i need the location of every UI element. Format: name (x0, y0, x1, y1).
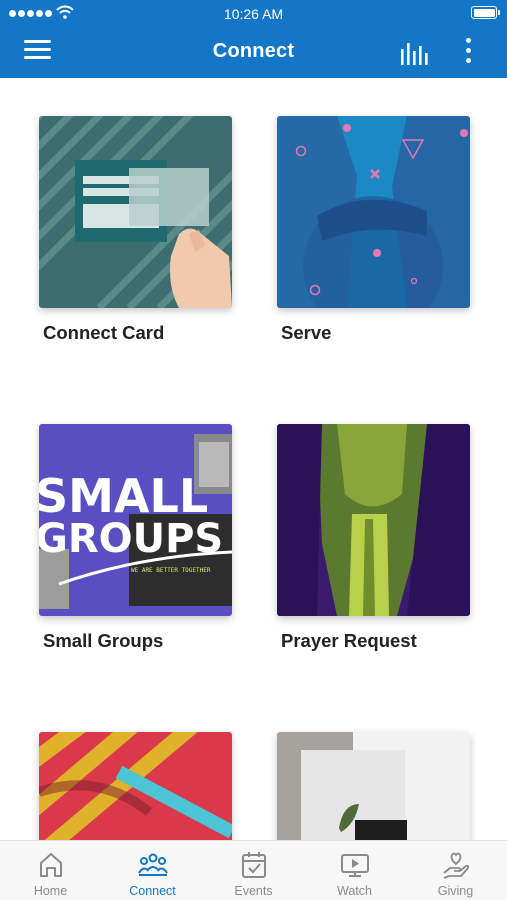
small-groups-image: SMALL GROUPS WE ARE BETTER TOGETHER (39, 424, 232, 616)
card-label: Connect Card (43, 322, 165, 343)
image-text-tagline: WE ARE BETTER TOGETHER (131, 567, 211, 574)
tab-giving[interactable]: Giving (405, 841, 506, 900)
bar-chart-icon[interactable] (400, 41, 430, 65)
card-label: Serve (281, 322, 332, 343)
app-header: 10:26 AM Connect (0, 0, 507, 78)
image-text-small: SMALL (39, 469, 208, 523)
status-time: 10:26 AM (223, 6, 284, 22)
prayer-request-image (277, 424, 470, 616)
tab-watch[interactable]: Watch (304, 841, 405, 900)
card-label: Prayer Request (281, 630, 417, 651)
card-small-groups[interactable]: SMALL GROUPS WE ARE BETTER TOGETHER Smal… (39, 424, 232, 652)
tab-label: Giving (437, 884, 474, 898)
bottom-navigation: Home Connect Events Watch Giving (0, 840, 507, 900)
tv-play-icon (340, 854, 369, 877)
tab-label: Home (33, 884, 68, 898)
page-title: Connect (212, 40, 295, 62)
people-icon (137, 853, 168, 876)
tab-events[interactable]: Events (203, 841, 304, 900)
connect-card-image (39, 116, 232, 308)
calendar-icon (241, 852, 266, 878)
tab-label: Events (234, 884, 273, 898)
tab-label: Connect (129, 884, 176, 898)
tab-home[interactable]: Home (0, 841, 101, 900)
tab-connect[interactable]: Connect (102, 841, 203, 900)
serve-image (277, 116, 470, 308)
card-prayer-request[interactable]: Prayer Request (277, 424, 470, 652)
tab-label: Watch (337, 884, 372, 898)
battery-icon (471, 6, 500, 19)
heart-hand-icon (442, 852, 469, 879)
card-connect-card[interactable]: Connect Card (39, 116, 232, 344)
card-label: Small Groups (43, 630, 164, 651)
more-vertical-icon[interactable] (458, 38, 478, 68)
home-icon (39, 853, 62, 877)
status-bar: 10:26 AM (0, 0, 507, 28)
battery-level (473, 8, 495, 17)
card-serve[interactable]: Serve (277, 116, 470, 344)
